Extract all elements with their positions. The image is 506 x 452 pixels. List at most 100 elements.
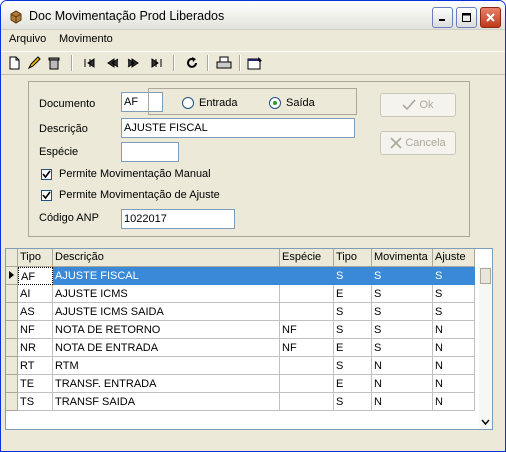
table-cell[interactable]: N <box>433 339 475 357</box>
column-header[interactable]: Tipo <box>334 249 372 267</box>
table-cell[interactable] <box>280 303 334 321</box>
delete-button[interactable] <box>45 54 63 72</box>
first-record-button[interactable] <box>81 54 99 72</box>
check-manual[interactable] <box>41 169 52 180</box>
table-cell[interactable]: S <box>433 303 475 321</box>
menu-movimento[interactable]: Movimento <box>59 33 113 45</box>
vertical-scrollbar[interactable] <box>479 267 492 429</box>
table-cell[interactable]: NF <box>18 321 53 339</box>
table-cell[interactable]: AJUSTE ICMS SAIDA <box>53 303 280 321</box>
table-row[interactable]: TS TRANSF SAIDA S N N <box>6 393 475 411</box>
row-indicator <box>6 357 18 375</box>
table-cell[interactable]: AJUSTE FISCAL <box>53 267 280 285</box>
table-cell[interactable] <box>280 357 334 375</box>
table-row[interactable]: NF NOTA DE RETORNO NF S S N <box>6 321 475 339</box>
table-cell[interactable]: S <box>334 321 372 339</box>
last-record-button[interactable] <box>147 54 165 72</box>
table-cell[interactable]: S <box>334 357 372 375</box>
edit-button[interactable] <box>25 54 43 72</box>
especie-input[interactable] <box>121 142 179 162</box>
table-cell[interactable]: AS <box>18 303 53 321</box>
next-record-button[interactable] <box>125 54 143 72</box>
check-ajuste-label: Permite Movimentação de Ajuste <box>59 189 220 201</box>
table-cell[interactable] <box>280 375 334 393</box>
table-cell[interactable]: E <box>334 285 372 303</box>
table-cell[interactable]: N <box>433 375 475 393</box>
data-grid[interactable]: Tipo Descrição Espécie Tipo Movimenta Aj… <box>5 248 493 430</box>
check-ajuste[interactable] <box>41 190 52 201</box>
title-bar[interactable]: Doc Movimentação Prod Liberados <box>1 1 505 30</box>
table-cell[interactable]: S <box>372 321 433 339</box>
table-cell[interactable]: S <box>433 267 475 285</box>
codigo-anp-input[interactable] <box>121 209 235 229</box>
row-indicator <box>6 303 18 321</box>
table-cell[interactable]: NF <box>280 339 334 357</box>
table-row[interactable]: AS AJUSTE ICMS SAIDA S S S <box>6 303 475 321</box>
codigo-anp-label: Código ANP <box>39 212 99 224</box>
radio-entrada[interactable] <box>182 97 194 109</box>
table-row[interactable]: AI AJUSTE ICMS E S S <box>6 285 475 303</box>
table-cell[interactable]: S <box>372 267 433 285</box>
table-cell[interactable]: AI <box>18 285 53 303</box>
menu-arquivo[interactable]: Arquivo <box>9 33 46 45</box>
close-button[interactable] <box>480 7 501 28</box>
table-cell[interactable]: E <box>334 339 372 357</box>
table-cell[interactable] <box>280 393 334 411</box>
table-cell[interactable]: TRANSF SAIDA <box>53 393 280 411</box>
row-indicator <box>6 339 18 357</box>
table-cell[interactable] <box>280 285 334 303</box>
table-cell[interactable]: TE <box>18 375 53 393</box>
table-cell[interactable]: N <box>433 321 475 339</box>
table-cell[interactable]: N <box>372 375 433 393</box>
table-cell[interactable]: S <box>433 285 475 303</box>
column-header[interactable]: Espécie <box>280 249 334 267</box>
table-row[interactable]: NR NOTA DE ENTRADA NF E S N <box>6 339 475 357</box>
scroll-thumb[interactable] <box>480 268 491 284</box>
radio-saida[interactable] <box>269 97 281 109</box>
last-record-icon <box>151 58 162 68</box>
table-row[interactable]: TE TRANSF. ENTRADA E N N <box>6 375 475 393</box>
table-cell[interactable]: S <box>334 303 372 321</box>
scroll-down-icon[interactable] <box>479 415 492 429</box>
table-cell[interactable]: N <box>372 393 433 411</box>
table-cell[interactable]: NOTA DE ENTRADA <box>53 339 280 357</box>
trash-icon <box>48 57 60 70</box>
table-cell[interactable]: TRANSF. ENTRADA <box>53 375 280 393</box>
table-cell[interactable]: NF <box>280 321 334 339</box>
new-button[interactable] <box>5 54 23 72</box>
table-cell[interactable]: RTM <box>53 357 280 375</box>
prev-record-button[interactable] <box>103 54 121 72</box>
ok-button[interactable]: Ok <box>380 93 456 117</box>
table-cell[interactable]: N <box>433 393 475 411</box>
maximize-button[interactable] <box>456 7 477 28</box>
table-cell[interactable]: AF <box>18 267 53 285</box>
table-cell[interactable]: S <box>334 393 372 411</box>
table-row[interactable]: RT RTM S N N <box>6 357 475 375</box>
table-cell[interactable]: E <box>334 375 372 393</box>
table-cell[interactable]: S <box>372 303 433 321</box>
properties-button[interactable] <box>246 54 264 72</box>
cancela-label: Cancela <box>405 137 446 149</box>
table-cell[interactable]: N <box>372 357 433 375</box>
print-button[interactable] <box>215 54 233 72</box>
table-cell[interactable]: TS <box>18 393 53 411</box>
table-cell[interactable]: S <box>372 339 433 357</box>
minimize-button[interactable] <box>432 7 453 28</box>
table-cell[interactable]: NOTA DE RETORNO <box>53 321 280 339</box>
table-cell[interactable]: N <box>433 357 475 375</box>
edit-pencil-icon <box>27 56 41 70</box>
cancela-button[interactable]: Cancela <box>380 131 456 155</box>
refresh-button[interactable] <box>183 54 201 72</box>
table-row[interactable]: AF AJUSTE FISCAL S S S <box>6 267 475 285</box>
table-cell[interactable]: S <box>372 285 433 303</box>
column-header[interactable]: Tipo <box>18 249 53 267</box>
table-cell[interactable]: S <box>334 267 372 285</box>
descricao-input[interactable] <box>121 118 355 138</box>
column-header[interactable]: Descrição <box>53 249 280 267</box>
column-header[interactable]: Ajuste <box>433 249 475 267</box>
table-cell[interactable]: AJUSTE ICMS <box>53 285 280 303</box>
table-cell[interactable] <box>280 267 334 285</box>
table-cell[interactable]: RT <box>18 357 53 375</box>
table-cell[interactable]: NR <box>18 339 53 357</box>
column-header[interactable]: Movimenta <box>372 249 433 267</box>
